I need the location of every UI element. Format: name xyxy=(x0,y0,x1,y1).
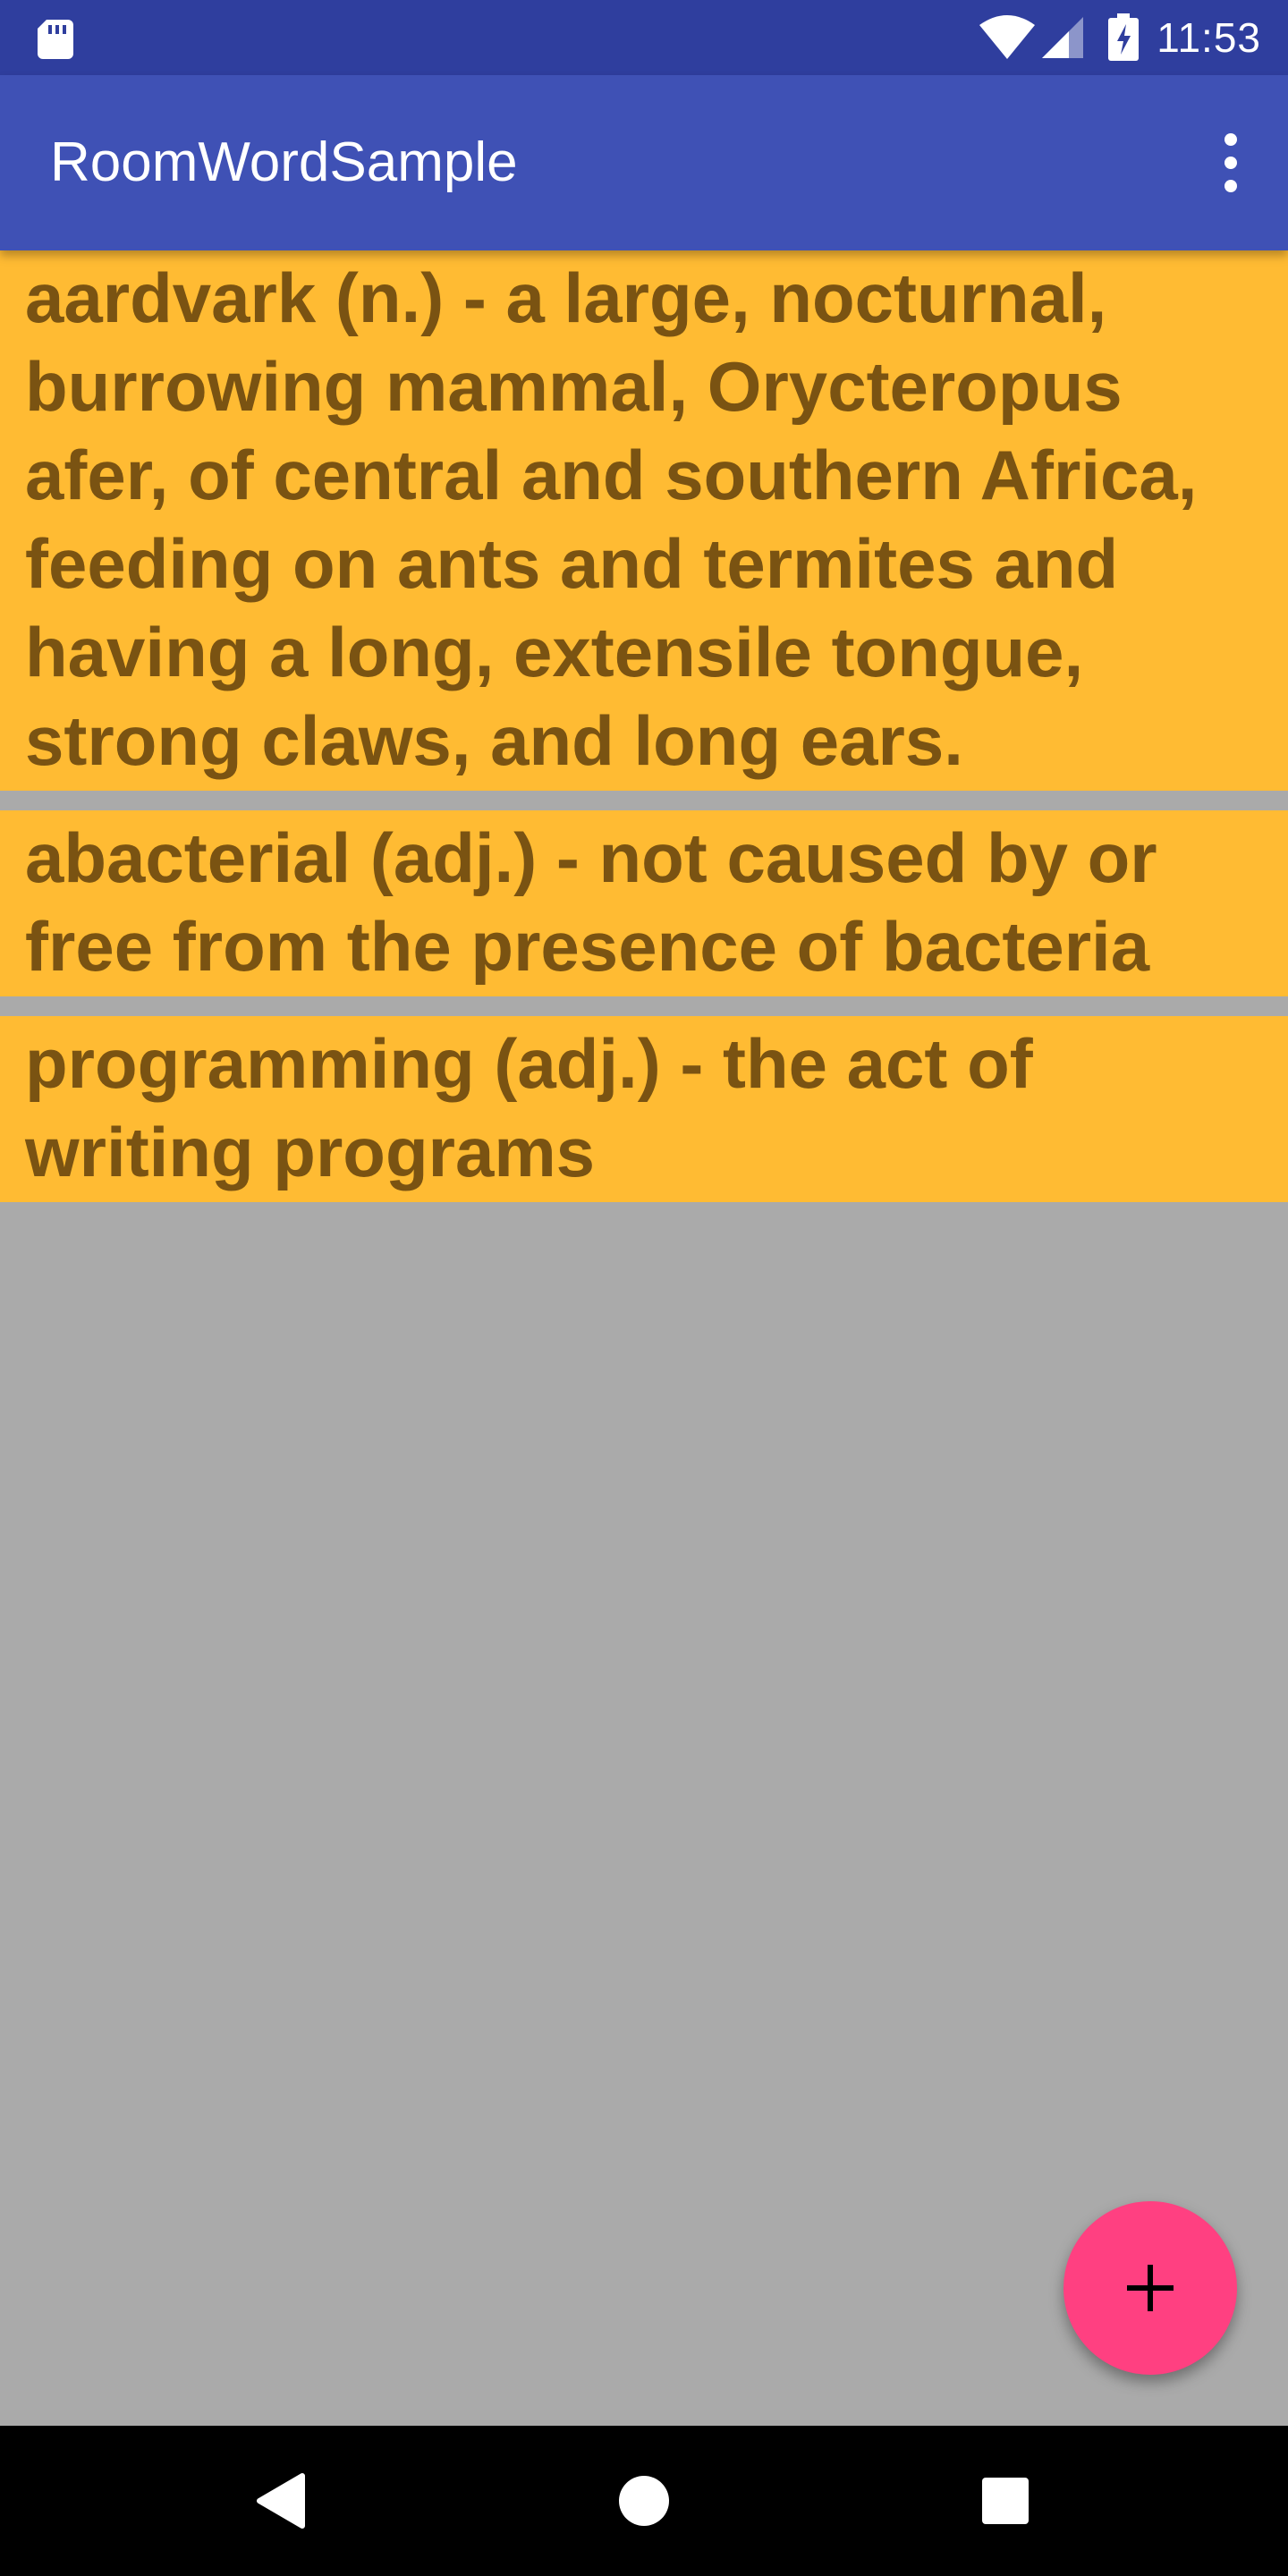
word-item-abacterial[interactable]: abacterial (adj.) - not caused by or fre… xyxy=(0,810,1288,996)
navigation-bar xyxy=(0,2426,1288,2576)
word-item-programming[interactable]: programming (adj.) - the act of writing … xyxy=(0,1016,1288,1202)
back-button[interactable] xyxy=(238,2456,327,2546)
recents-icon xyxy=(982,2478,1029,2524)
sd-card-icon xyxy=(38,20,73,59)
add-word-button[interactable] xyxy=(1063,2201,1237,2375)
recents-button[interactable] xyxy=(961,2456,1050,2546)
status-icons: 11:53 xyxy=(978,0,1261,75)
cell-signal-icon xyxy=(1042,17,1084,58)
menu-dot xyxy=(1224,133,1237,146)
add-icon xyxy=(1127,2265,1174,2311)
status-time: 11:53 xyxy=(1157,14,1261,61)
menu-dot xyxy=(1224,180,1237,192)
screen: 11:53 RoomWordSample aardvark (n.) - a l… xyxy=(0,0,1288,2576)
word-list: aardvark (n.) - a large, nocturnal, burr… xyxy=(0,250,1288,1222)
more-vert-icon[interactable] xyxy=(1206,127,1256,199)
app-bar: RoomWordSample xyxy=(0,75,1288,250)
app-title: RoomWordSample xyxy=(50,131,518,193)
back-icon xyxy=(257,2473,305,2529)
home-icon xyxy=(619,2476,669,2526)
menu-dot xyxy=(1224,157,1237,169)
battery-charging-icon xyxy=(1108,13,1140,61)
home-button[interactable] xyxy=(599,2456,689,2546)
wifi-icon xyxy=(979,15,1036,59)
status-bar: 11:53 xyxy=(0,0,1288,75)
word-item-aardvark[interactable]: aardvark (n.) - a large, nocturnal, burr… xyxy=(0,250,1288,791)
